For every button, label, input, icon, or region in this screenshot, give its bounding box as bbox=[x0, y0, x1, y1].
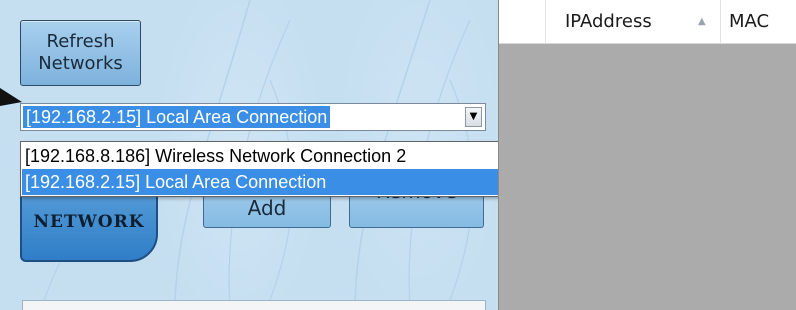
add-button-label: Add bbox=[247, 196, 287, 220]
column-header-ipaddress[interactable]: IPAddress ▲ bbox=[546, 0, 721, 43]
refresh-button-line2: Networks bbox=[38, 53, 123, 74]
column-label-mac: MAC bbox=[729, 11, 770, 32]
sort-ascending-icon: ▲ bbox=[698, 16, 706, 27]
combo-selected-value: [192.168.2.15] Local Area Connection bbox=[23, 106, 331, 128]
refresh-button-line1: Refresh bbox=[46, 31, 115, 52]
chevron-down-icon[interactable]: ▼ bbox=[465, 107, 482, 127]
refresh-networks-button[interactable]: Refresh Networks bbox=[20, 20, 141, 86]
scan-button-line2: NETWORK bbox=[33, 212, 145, 232]
grid-header: IPAddress ▲ MAC bbox=[499, 0, 796, 44]
hosts-grid: IPAddress ▲ MAC bbox=[498, 0, 796, 310]
column-header-mac[interactable]: MAC bbox=[721, 0, 796, 43]
network-adapter-combo[interactable]: [192.168.2.15] Local Area Connection ▼ bbox=[20, 103, 486, 131]
callout-arrow-icon bbox=[0, 88, 22, 106]
column-label-ipaddress: IPAddress bbox=[565, 11, 652, 32]
bottom-field[interactable] bbox=[22, 300, 486, 310]
grid-row-header-cell bbox=[499, 0, 546, 43]
